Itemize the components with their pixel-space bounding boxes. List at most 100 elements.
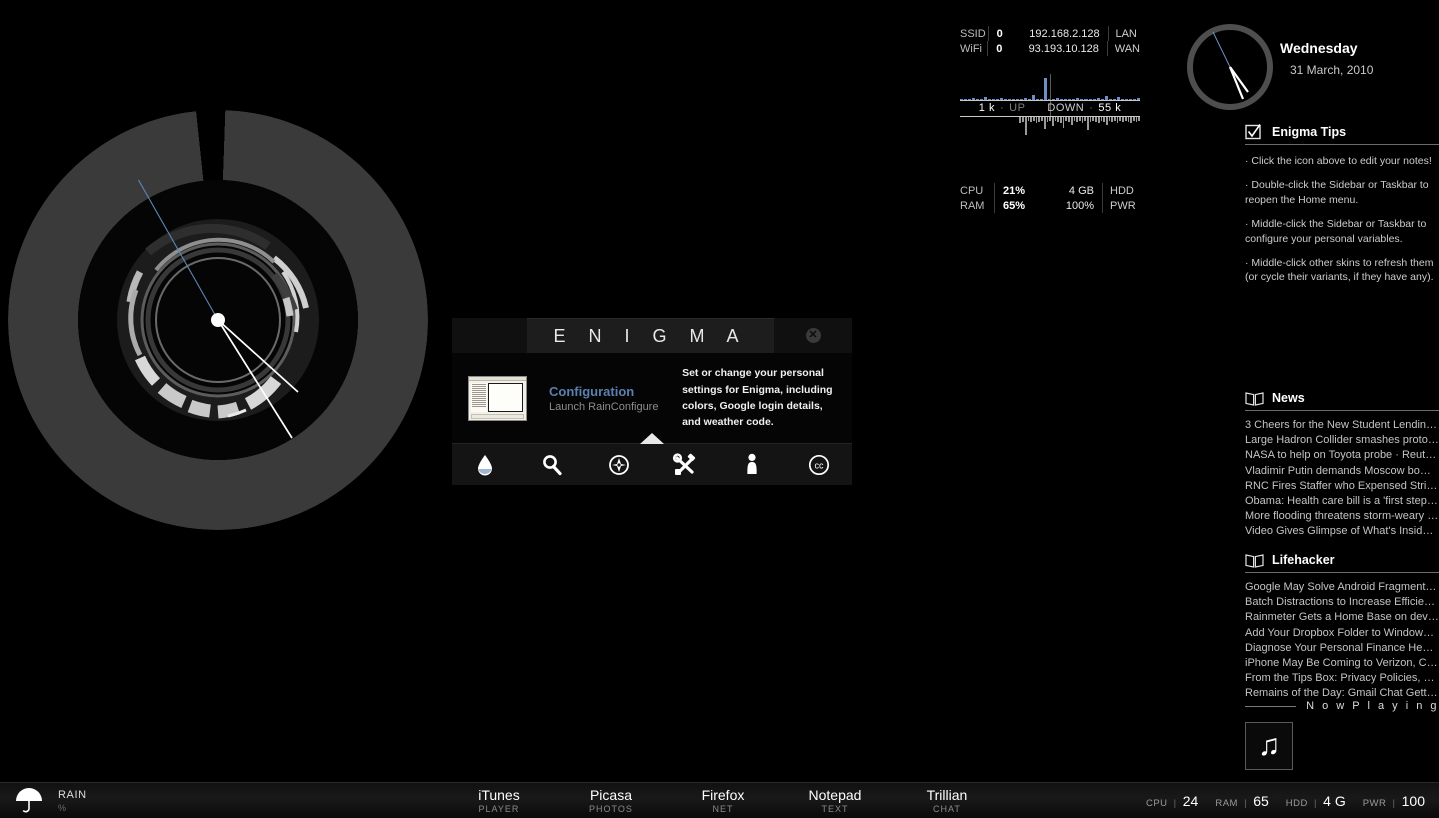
enigma-home-panel[interactable]: E N I G M A ✕ Configuration Launch RainC…	[452, 318, 852, 488]
configuration-thumbnail[interactable]	[468, 376, 527, 421]
tip-item: · Middle-click other skins to refresh th…	[1245, 256, 1439, 286]
app-name: Firefox	[688, 787, 758, 803]
stat-separator: |	[1393, 798, 1396, 809]
clock-center-cap	[211, 313, 225, 327]
lifehacker-item[interactable]: Rainmeter Gets a Home Base on devian…	[1245, 610, 1439, 625]
book-icon[interactable]	[1245, 390, 1265, 406]
lifehacker-item[interactable]: Batch Distractions to Increase Efficienc…	[1245, 595, 1439, 610]
lifehacker-item[interactable]: Diagnose Your Personal Finance Health…	[1245, 641, 1439, 656]
configuration-title[interactable]: Configuration	[549, 384, 682, 399]
dock-active-pointer	[640, 433, 664, 444]
taskbar-app-picasa[interactable]: Picasa PHOTOS	[576, 787, 646, 814]
network-row-detail: 192.168.2.128	[1029, 28, 1107, 40]
stat-separator: |	[1174, 798, 1177, 809]
taskbar-stat-ram: RAM | 65	[1215, 793, 1268, 809]
close-icon[interactable]: ✕	[806, 328, 821, 343]
taskbar-stat-cpu: CPU | 24	[1146, 793, 1198, 809]
news-item[interactable]: RNC Fires Staffer who Expensed Strip C…	[1245, 479, 1439, 494]
taskbar-app-firefox[interactable]: Firefox NET	[688, 787, 758, 814]
divider	[988, 26, 989, 41]
graph-labels: 1 k · UP DOWN · 55 k	[960, 100, 1140, 116]
section-header: Lifehacker	[1245, 552, 1439, 573]
checkbox-icon[interactable]	[1245, 124, 1265, 140]
compass-icon[interactable]	[599, 451, 639, 479]
tools-icon[interactable]	[665, 451, 705, 479]
stat-value: 100	[1402, 793, 1425, 809]
creative-commons-icon[interactable]: cc	[799, 451, 839, 479]
news-item[interactable]: Obama: Health care bill is a 'first step…	[1245, 494, 1439, 509]
taskbar-app-trillian[interactable]: Trillian CHAT	[912, 787, 982, 814]
section-title: Enigma Tips	[1272, 125, 1346, 139]
section-title: News	[1272, 391, 1305, 405]
weather-indicator[interactable]: RAIN %	[0, 788, 300, 814]
app-category: PHOTOS	[576, 804, 646, 814]
music-note-icon[interactable]: ♫	[1245, 722, 1293, 770]
stat-separator: |	[1314, 798, 1317, 809]
thumb-left-pane	[471, 383, 487, 412]
stat-label: PWR	[1363, 798, 1387, 809]
lifehacker-item[interactable]: iPhone May Be Coming to Verizon, Coul…	[1245, 656, 1439, 671]
taskbar[interactable]: RAIN % iTunes PLAYER Picasa PHOTOS Firef…	[0, 782, 1439, 818]
divider	[1245, 706, 1296, 707]
download-value: 55 k	[1098, 102, 1121, 114]
news-item[interactable]: Vladimir Putin demands Moscow bombi…	[1245, 464, 1439, 479]
system-row-label: RAM	[960, 200, 994, 212]
network-row: WiFi 0 93.193.10.128 WAN	[960, 41, 1140, 56]
book-icon[interactable]	[1245, 552, 1265, 568]
lifehacker-item[interactable]: Add Your Dropbox Folder to Windows 7'…	[1245, 626, 1439, 641]
weather-labels: RAIN %	[58, 789, 87, 813]
section-title: Lifehacker	[1272, 553, 1335, 567]
taskbar-app-itunes[interactable]: iTunes PLAYER	[464, 787, 534, 814]
network-row-label: SSID	[960, 28, 988, 40]
app-category: NET	[688, 804, 758, 814]
circular-clock-widget[interactable]	[0, 105, 430, 545]
lifehacker-list: Google May Solve Android Fragmentati… Ba…	[1245, 580, 1439, 702]
taskbar-app-list: iTunes PLAYER Picasa PHOTOS Firefox NET …	[300, 787, 1146, 814]
divider	[1102, 183, 1103, 198]
configuration-labels: Configuration Launch RainConfigure	[549, 384, 682, 413]
enigma-panel-body: Configuration Launch RainConfigure Set o…	[452, 353, 852, 443]
news-item[interactable]: More flooding threatens storm-weary E…	[1245, 509, 1439, 524]
separator-dot: ·	[1000, 102, 1004, 114]
enigma-tips-section: Enigma Tips · Click the icon above to ed…	[1245, 124, 1439, 294]
tips-list: · Click the icon above to edit your note…	[1245, 154, 1439, 285]
network-row-tag: LAN	[1115, 28, 1140, 40]
taskbar-stats: CPU | 24 RAM | 65 HDD | 4 G PWR | 100	[1146, 793, 1439, 809]
taskbar-stat-hdd: HDD | 4 G	[1286, 793, 1346, 809]
magnifier-icon[interactable]	[532, 451, 572, 479]
system-row-tag: PWR	[1110, 200, 1140, 212]
app-name: iTunes	[464, 787, 534, 803]
news-item[interactable]: Video Gives Glimpse of What's Inside iP…	[1245, 524, 1439, 539]
system-row-tag: HDD	[1110, 185, 1140, 197]
water-drop-icon[interactable]	[465, 451, 505, 479]
desktop: E N I G M A ✕ Configuration Launch RainC…	[0, 0, 1439, 818]
network-row: SSID 0 192.168.2.128 LAN	[960, 26, 1140, 41]
stat-value: 65	[1253, 793, 1269, 809]
stat-separator: |	[1244, 798, 1247, 809]
person-icon[interactable]	[732, 451, 772, 479]
system-row: RAM 65% 100% PWR	[960, 198, 1140, 213]
system-row-detail: 100%	[1043, 200, 1102, 212]
weather-sub: %	[58, 803, 87, 813]
now-playing-header: N o w P l a y i n g	[1245, 700, 1439, 712]
sidebar-analog-clock[interactable]	[1185, 22, 1275, 114]
system-row: CPU 21% 4 GB HDD	[960, 183, 1140, 198]
divider	[987, 41, 988, 56]
app-category: CHAT	[912, 804, 982, 814]
lifehacker-section: Lifehacker Google May Solve Android Frag…	[1245, 552, 1439, 702]
taskbar-app-notepad[interactable]: Notepad TEXT	[800, 787, 870, 814]
stat-label: HDD	[1286, 798, 1308, 809]
sidebar: Wednesday 31 March, 2010 Enigma Tips · C…	[1180, 0, 1439, 782]
separator-dot: ·	[1089, 102, 1093, 114]
clock-face	[78, 180, 358, 460]
lifehacker-item[interactable]: From the Tips Box: Privacy Policies, Fr…	[1245, 671, 1439, 686]
upload-label: UP	[1009, 102, 1025, 114]
news-item[interactable]: NASA to help on Toyota probe · Reuters	[1245, 448, 1439, 463]
configuration-subtitle: Launch RainConfigure	[549, 401, 682, 413]
app-name: Trillian	[912, 787, 982, 803]
news-item[interactable]: Large Hadron Collider smashes protons…	[1245, 433, 1439, 448]
tip-item: · Middle-click the Sidebar or Taskbar to…	[1245, 217, 1439, 247]
divider	[1102, 198, 1103, 213]
lifehacker-item[interactable]: Google May Solve Android Fragmentati…	[1245, 580, 1439, 595]
news-item[interactable]: 3 Cheers for the New Student Lending…	[1245, 418, 1439, 433]
